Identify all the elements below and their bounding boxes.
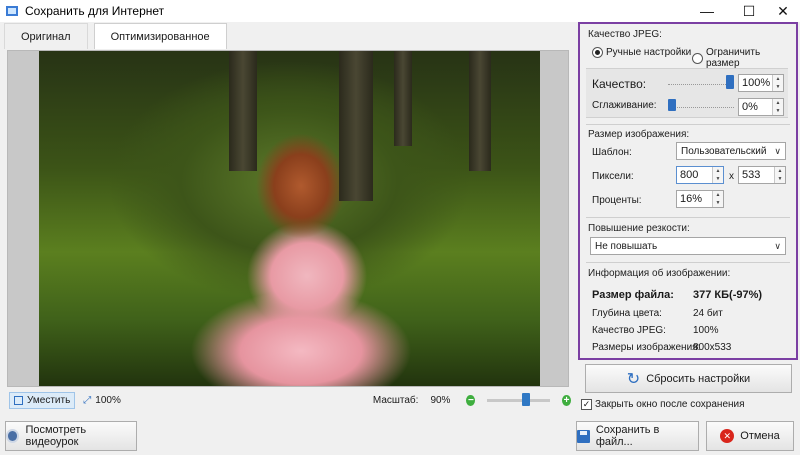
image-dimensions-label: Размеры изображения: — [592, 342, 701, 353]
scale-value: 90% — [430, 394, 451, 406]
template-label: Шаблон: — [592, 147, 632, 158]
chevron-down-icon: ∨ — [774, 241, 781, 251]
window-title: Сохранить для Интернет — [25, 4, 165, 18]
percent-spin-arrows[interactable]: ▲ ▼ — [712, 191, 723, 207]
cancel-label: Отмена — [740, 430, 780, 442]
sharpen-value: Не повышать — [595, 240, 658, 252]
file-size-label: Размер файла: — [592, 289, 674, 301]
preview-toolbar: Уместить ⤢ 100% Масштаб: 90% − + — [7, 390, 571, 410]
smoothing-value[interactable]: 0% — [742, 101, 758, 113]
jpeg-quality-title: Качество JPEG: — [588, 29, 662, 40]
tab-optimized[interactable]: Оптимизированное — [93, 23, 227, 49]
actual-size-icon: ⤢ — [83, 394, 92, 406]
watch-video-label: Посмотреть видеоурок — [25, 424, 87, 448]
quality-value[interactable]: 100% — [742, 77, 770, 89]
height-value[interactable]: 533 — [742, 169, 760, 181]
zoom-slider[interactable] — [487, 392, 551, 406]
image-info-title: Информация об изображении: — [588, 268, 731, 279]
close-button[interactable]: ✕ — [766, 0, 800, 22]
fit-label: Уместить — [27, 394, 71, 406]
sharpen-select[interactable]: Не повышать ∨ — [590, 237, 786, 255]
floppy-disk-icon — [577, 429, 590, 443]
quality-label: Качество: — [592, 77, 647, 91]
smoothing-slider-thumb[interactable] — [668, 99, 676, 111]
preview-image — [39, 51, 540, 386]
save-to-file-button[interactable]: Сохранить в файл... — [576, 421, 699, 451]
settings-panel: Качество JPEG: Ручные настройки Ограничи… — [578, 22, 798, 360]
divider — [586, 124, 790, 125]
scale-label: Масштаб: — [372, 394, 419, 406]
close-after-save-checkbox[interactable]: ✓ — [581, 399, 592, 410]
tab-optimized-label: Оптимизированное — [110, 30, 210, 43]
tab-original-label: Оригинал — [21, 30, 71, 43]
view-tabs: Оригинал Оптимизированное — [0, 23, 227, 49]
sharpen-title: Повышение резкости: — [588, 223, 690, 234]
quality-slider[interactable] — [668, 84, 734, 85]
minimize-button[interactable]: — — [690, 0, 724, 22]
height-spinbox[interactable]: 533 ▲ ▼ — [738, 166, 786, 184]
smoothing-spin-arrows[interactable]: ▲ ▼ — [772, 99, 783, 115]
zoom-in-icon[interactable]: + — [562, 394, 571, 406]
width-value[interactable]: 800 — [680, 169, 698, 181]
app-icon — [5, 4, 19, 18]
reset-settings-label: Сбросить настройки — [646, 372, 751, 385]
mode-manual-radio[interactable]: Ручные настройки — [592, 47, 691, 58]
actual-size-label: 100% — [95, 394, 121, 406]
quality-settings-box: Качество: 100% ▲ ▼ Сглаживание: 0% ▲ ▼ — [586, 68, 788, 118]
fit-icon — [14, 395, 23, 405]
webcam-icon — [6, 429, 20, 443]
smoothing-label: Сглаживание: — [592, 100, 657, 111]
reset-icon: ↻ — [626, 370, 641, 388]
width-spinbox[interactable]: 800 ▲ ▼ — [676, 166, 724, 184]
pixels-label: Пиксели: — [592, 171, 634, 182]
percent-value[interactable]: 16% — [680, 193, 702, 205]
quality-slider-thumb[interactable] — [726, 75, 734, 89]
smoothing-slider[interactable] — [668, 107, 734, 108]
percent-spinbox[interactable]: 16% ▲ ▼ — [676, 190, 724, 208]
jpeg-quality-value: 100% — [693, 325, 719, 336]
template-value: Пользовательский — [681, 145, 767, 157]
jpeg-quality-label: Качество JPEG: — [592, 325, 666, 336]
maximize-button[interactable]: ☐ — [732, 0, 766, 22]
fit-button[interactable]: Уместить — [9, 391, 76, 409]
smoothing-spinbox[interactable]: 0% ▲ ▼ — [738, 98, 784, 116]
times-sign: x — [729, 171, 734, 182]
image-size-title: Размер изображения: — [588, 129, 690, 140]
file-size-value: 377 КБ(-97%) — [693, 289, 763, 301]
mode-limit-radio-dot[interactable] — [692, 52, 703, 64]
actual-size-button[interactable]: ⤢ 100% — [83, 395, 121, 406]
quality-spinbox[interactable]: 100% ▲ ▼ — [738, 74, 784, 92]
cancel-button[interactable]: ✕ Отмена — [706, 421, 794, 451]
percent-label: Проценты: — [592, 195, 642, 206]
template-select[interactable]: Пользовательский ∨ — [676, 142, 786, 160]
title-bar: Сохранить для Интернет — ☐ ✕ — [0, 0, 800, 22]
color-depth-label: Глубина цвета: — [592, 308, 662, 319]
mode-limit-label: Ограничить размер — [705, 47, 761, 69]
preview-area[interactable] — [7, 50, 569, 387]
chevron-down-icon: ∨ — [774, 146, 781, 156]
reset-settings-button[interactable]: ↻ Сбросить настройки — [585, 364, 792, 393]
divider — [586, 262, 790, 263]
width-spin-arrows[interactable]: ▲ ▼ — [712, 167, 723, 183]
save-to-file-label: Сохранить в файл... — [595, 424, 660, 448]
mode-manual-label: Ручные настройки — [606, 47, 692, 58]
mode-manual-radio-dot[interactable] — [592, 47, 603, 58]
zoom-out-icon[interactable]: − — [466, 394, 476, 406]
watch-video-button[interactable]: Посмотреть видеоурок — [5, 421, 137, 451]
zoom-slider-thumb[interactable] — [522, 392, 531, 406]
quality-spin-arrows[interactable]: ▲ ▼ — [772, 75, 783, 91]
divider — [586, 217, 790, 218]
image-dimensions-value: 800x533 — [693, 342, 732, 353]
close-after-save-label: Закрыть окно после сохранения — [595, 399, 745, 410]
height-spin-arrows[interactable]: ▲ ▼ — [774, 167, 785, 183]
tab-original[interactable]: Оригинал — [4, 23, 88, 49]
color-depth-value: 24 бит — [693, 308, 723, 319]
cancel-icon: ✕ — [720, 429, 735, 443]
mode-limit-radio[interactable]: Ограничить размер — [692, 47, 796, 69]
